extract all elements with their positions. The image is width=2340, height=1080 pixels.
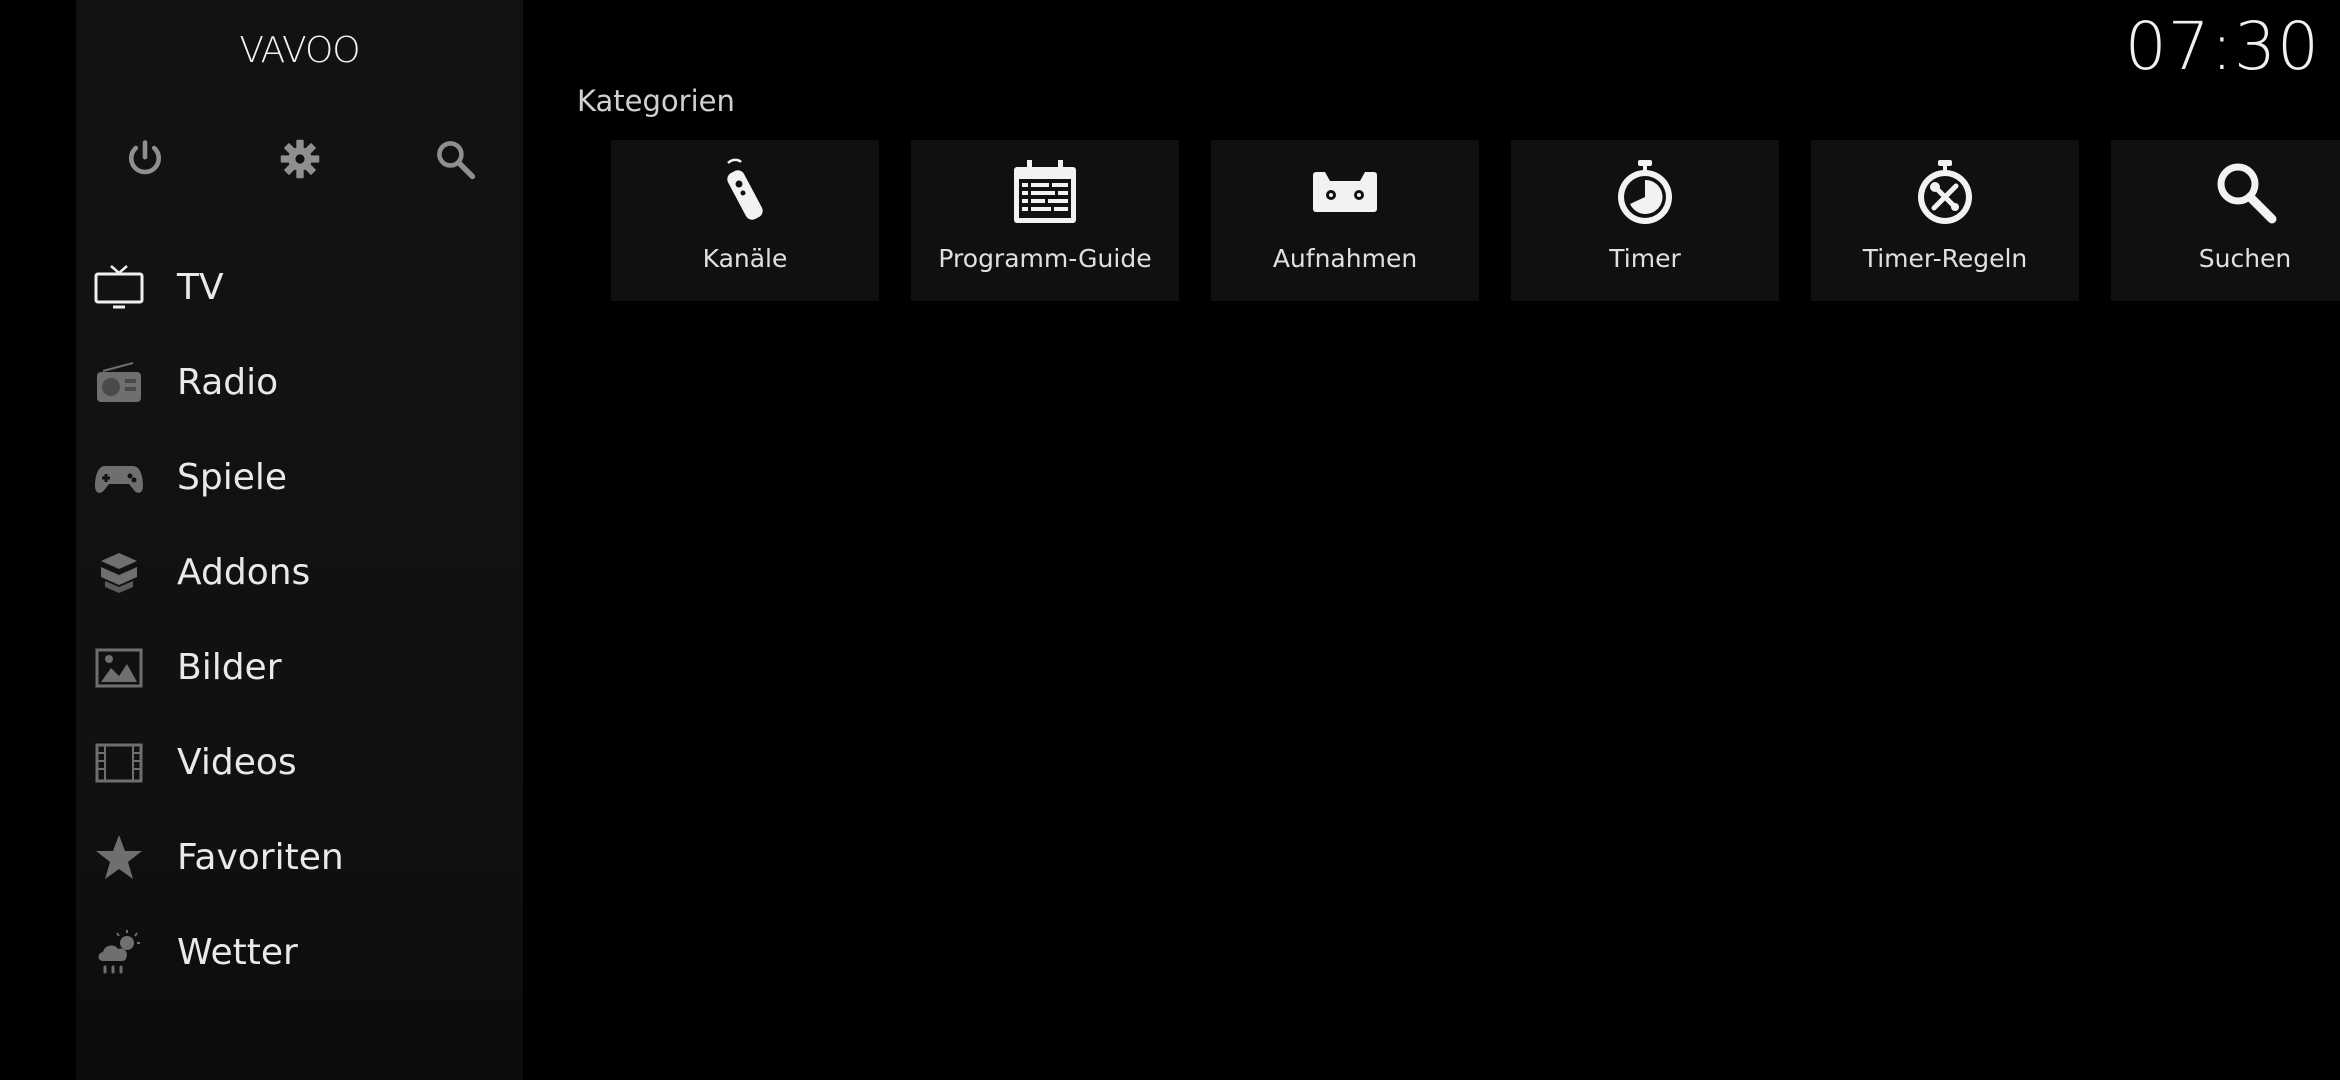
tile-label: Suchen (2198, 244, 2292, 273)
cassette-icon (1211, 156, 1479, 228)
remote-icon (611, 156, 879, 228)
menu-item-label: Bilder (177, 647, 282, 688)
tile-timer-regeln[interactable]: Timer-Regeln (1811, 140, 2079, 301)
main-menu: TV Radio Spiele Addons Bilder Videos Fav… (76, 240, 523, 1000)
menu-item-addons[interactable]: Addons (76, 525, 523, 620)
tile-label: Timer-Regeln (1862, 244, 2028, 273)
timer-rules-icon (1811, 156, 2079, 228)
menu-item-tv[interactable]: TV (76, 240, 523, 335)
sidebar: VAVOO TV Radio Spiele Addons Bilder Vide… (76, 0, 523, 1080)
stopwatch-icon (1511, 156, 1779, 228)
tile-programm-guide[interactable]: Programm-Guide (911, 140, 1179, 301)
menu-item-label: Wetter (177, 932, 298, 973)
app-logo: VAVOO (239, 30, 360, 71)
menu-item-bilder[interactable]: Bilder (76, 620, 523, 715)
menu-item-spiele[interactable]: Spiele (76, 430, 523, 525)
menu-item-label: TV (177, 267, 224, 308)
settings-button[interactable] (276, 135, 324, 183)
search-icon (2111, 156, 2340, 228)
settings-icon (280, 139, 320, 179)
menu-item-label: Addons (177, 552, 311, 593)
addons-box-icon (92, 546, 146, 600)
power-icon (128, 140, 162, 175)
tile-suchen[interactable]: Suchen (2111, 140, 2340, 301)
calendar-guide-icon (911, 156, 1179, 228)
gamepad-icon (92, 451, 146, 505)
menu-item-label: Spiele (177, 457, 288, 498)
app-root: VAVOO TV Radio Spiele Addons Bilder Vide… (0, 0, 2340, 1080)
tile-kanaele[interactable]: Kanäle (611, 140, 879, 301)
tile-label: Aufnahmen (1272, 244, 1418, 273)
menu-item-favoriten[interactable]: Favoriten (76, 810, 523, 905)
menu-item-videos[interactable]: Videos (76, 715, 523, 810)
menu-item-radio[interactable]: Radio (76, 335, 523, 430)
tile-aufnahmen[interactable]: Aufnahmen (1211, 140, 1479, 301)
search-button[interactable] (431, 135, 479, 183)
section-title: Kategorien (577, 84, 735, 118)
search-icon (437, 141, 476, 180)
tile-timer[interactable]: Timer (1511, 140, 1779, 301)
menu-item-label: Radio (177, 362, 279, 403)
star-icon (92, 831, 146, 885)
film-icon (92, 736, 146, 790)
tv-icon (92, 261, 146, 315)
menu-item-label: Favoriten (177, 837, 344, 878)
weather-icon (92, 926, 146, 980)
power-button[interactable] (121, 135, 169, 183)
pictures-icon (92, 641, 146, 695)
top-icon-bar (76, 135, 523, 185)
clock: 07:30 (2124, 8, 2320, 85)
tile-label: Programm-Guide (938, 244, 1152, 273)
menu-item-wetter[interactable]: Wetter (76, 905, 523, 1000)
radio-icon (92, 356, 146, 410)
tile-label: Timer (1609, 244, 1681, 273)
tile-label: Kanäle (702, 244, 788, 273)
menu-item-label: Videos (177, 742, 297, 783)
